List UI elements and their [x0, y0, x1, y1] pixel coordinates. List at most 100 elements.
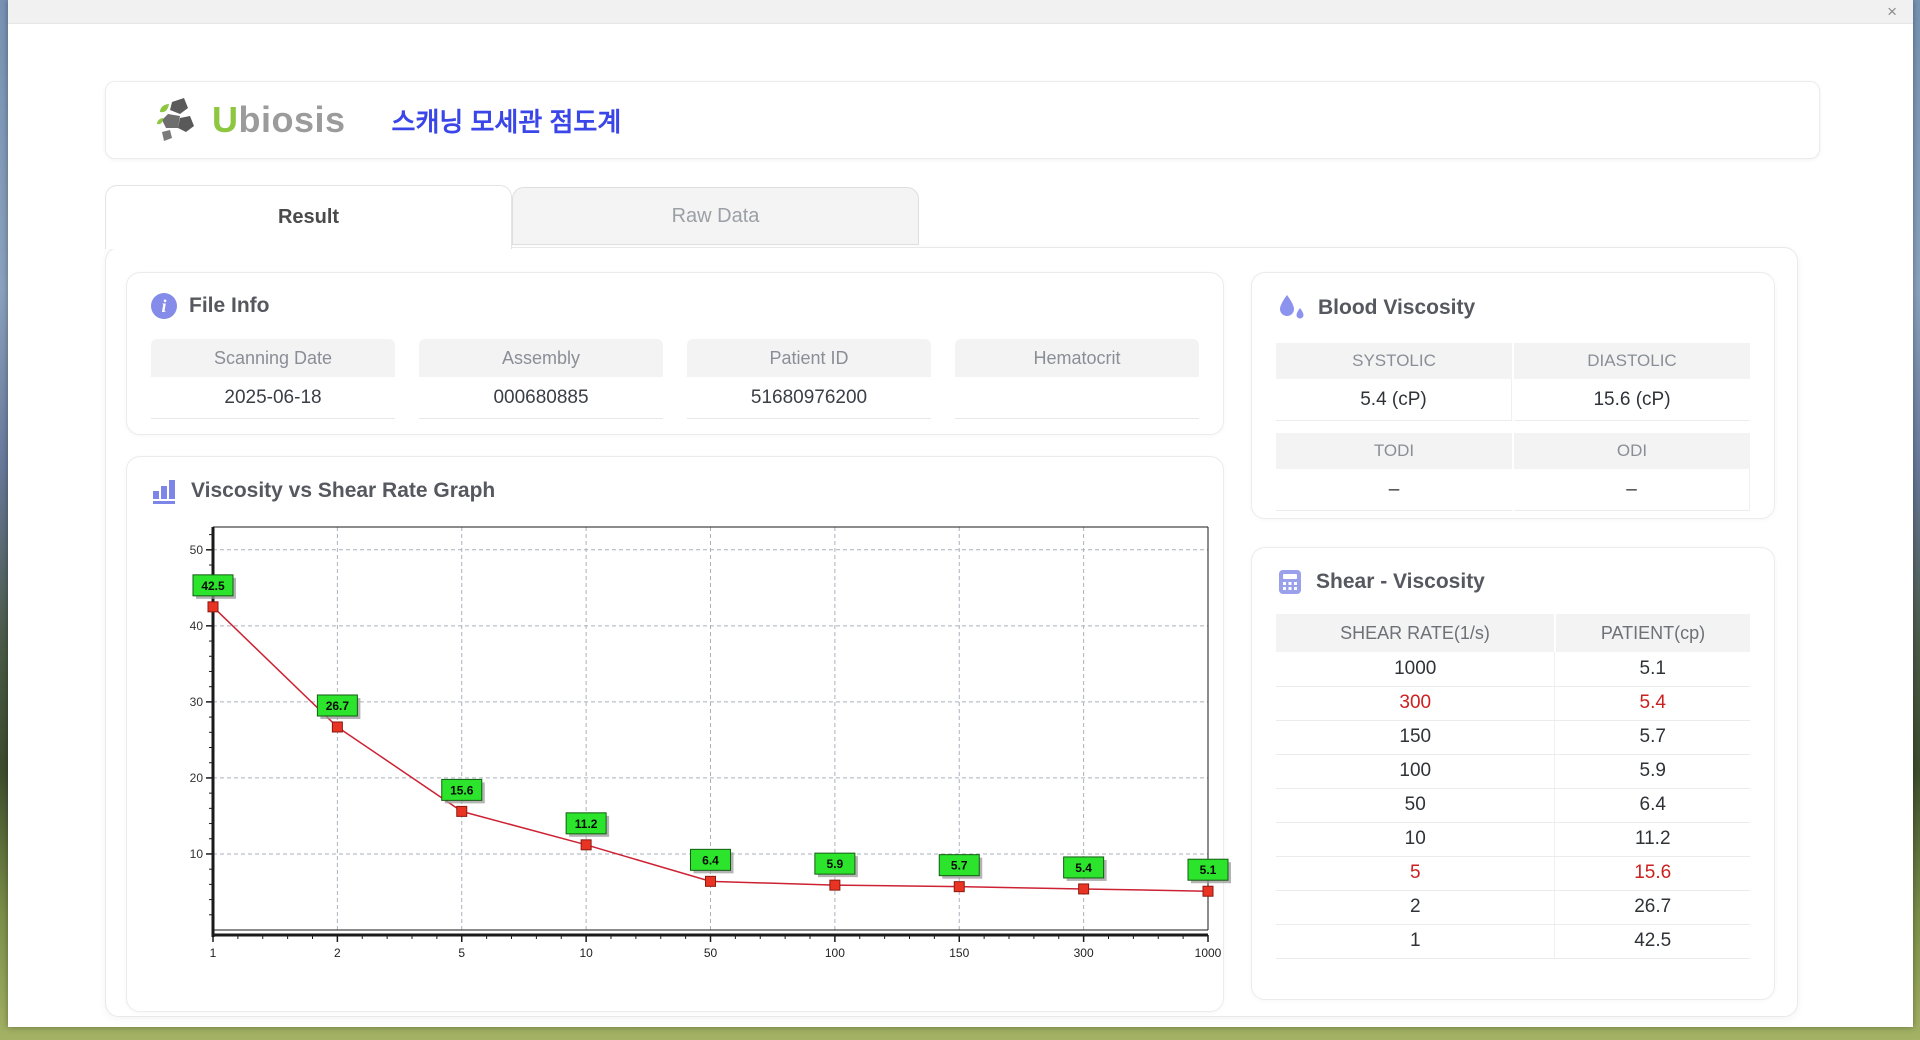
logo-text: Ubiosis: [212, 99, 346, 140]
svg-text:30: 30: [190, 695, 204, 709]
odi-value: –: [1514, 469, 1750, 511]
viscosity-chart: 10 20 30 40 50 1 2 5 10 50 100 150 300 1000 42.5 26.7 15…: [190, 526, 1231, 960]
svg-text:40: 40: [190, 619, 204, 633]
table-cell: 2: [1276, 890, 1556, 925]
table-cell: 5: [1276, 856, 1556, 891]
file-info-fields: Scanning Date 2025-06-18 Assembly 000680…: [151, 339, 1199, 419]
svg-text:10: 10: [579, 946, 593, 960]
main-card: i File Info Scanning Date 2025-06-18 Ass…: [105, 247, 1798, 1017]
svg-text:100: 100: [825, 946, 845, 960]
table-cell: 1000: [1276, 652, 1556, 687]
table-cell: 15.6: [1554, 856, 1750, 891]
svg-text:5.7: 5.7: [951, 859, 968, 873]
diastolic-label: DIASTOLIC: [1514, 343, 1750, 379]
graph-title: Viscosity vs Shear Rate Graph: [191, 479, 496, 502]
svg-text:11.2: 11.2: [575, 817, 598, 831]
tab-raw-data[interactable]: Raw Data: [512, 187, 919, 245]
svg-text:42.5: 42.5: [201, 579, 225, 593]
table-cell: 5.7: [1554, 720, 1750, 755]
table-row: 300 5.4: [1276, 686, 1750, 721]
field-value: 51680976200: [687, 377, 931, 419]
file-info-title: File Info: [189, 294, 270, 317]
table-cell: 150: [1276, 720, 1556, 755]
svg-text:300: 300: [1074, 946, 1094, 960]
calculator-icon: [1279, 570, 1301, 594]
close-icon[interactable]: ×: [1881, 2, 1903, 21]
systolic-label: SYSTOLIC: [1276, 343, 1512, 379]
header-card: Ubiosis 스캐닝 모세관 점도계: [105, 81, 1820, 159]
title-bar: ×: [8, 0, 1913, 24]
diastolic-value: 15.6 (cP): [1514, 379, 1750, 421]
svg-text:50: 50: [704, 946, 718, 960]
table-row: 5 15.6: [1276, 856, 1750, 891]
page-title: 스캐닝 모세관 점도계: [391, 106, 622, 137]
table-row: 2 26.7: [1276, 890, 1750, 925]
window-content: Ubiosis 스캐닝 모세관 점도계 Result Raw Data i Fi…: [8, 25, 1913, 1027]
field-label: Assembly: [419, 339, 663, 377]
info-icon: i: [151, 293, 177, 319]
todi-label: TODI: [1276, 433, 1512, 469]
svg-text:5: 5: [458, 946, 465, 960]
table-row: 150 5.7: [1276, 720, 1750, 755]
todi-value: –: [1276, 469, 1512, 511]
table-cell: 1: [1276, 924, 1556, 959]
table-cell: 42.5: [1554, 924, 1750, 959]
table-row: 100 5.9: [1276, 754, 1750, 789]
field-value: 2025-06-18: [151, 377, 395, 419]
svg-text:15.6: 15.6: [450, 783, 474, 797]
table-cell: 300: [1276, 686, 1556, 721]
table-cell: 100: [1276, 754, 1556, 789]
column-header-shear-rate: SHEAR RATE(1/s): [1276, 614, 1556, 652]
svg-text:50: 50: [190, 543, 204, 557]
blood-viscosity-grid: SYSTOLIC DIASTOLIC 5.4 (cP) 15.6 (cP) TO…: [1276, 343, 1750, 511]
svg-text:1000: 1000: [1195, 946, 1222, 960]
field-label: Scanning Date: [151, 339, 395, 377]
field-value: 000680885: [419, 377, 663, 419]
shear-viscosity-table: SHEAR RATE(1/s) PATIENT(cp) 1000 5.1 300 5.…: [1276, 614, 1750, 959]
svg-text:6.4: 6.4: [702, 853, 719, 867]
field-hematocrit: Hematocrit: [955, 339, 1199, 419]
table-cell: 26.7: [1554, 890, 1750, 925]
app-window: × Ubiosis 스캐닝 모세관 점도계 Result Raw Data i …: [8, 0, 1913, 1027]
table-row: 1 42.5: [1276, 924, 1750, 959]
column-header-patient: PATIENT(cp): [1554, 614, 1750, 652]
logo-leaf-icon: [157, 98, 194, 141]
chart-area: 10 20 30 40 50 1 2 5 10 50 100 150 300 1000 42.5 26.7 15…: [163, 519, 1231, 986]
shear-viscosity-panel: Shear - Viscosity SHEAR RATE(1/s) PATIEN…: [1251, 547, 1775, 1000]
svg-text:1: 1: [210, 946, 217, 960]
table-cell: 50: [1276, 788, 1556, 823]
svg-text:20: 20: [190, 771, 204, 785]
svg-text:150: 150: [949, 946, 969, 960]
bar-chart-icon: [153, 480, 175, 504]
table-cell: 11.2: [1554, 822, 1750, 857]
table-row: 50 6.4: [1276, 788, 1750, 823]
file-info-panel: i File Info Scanning Date 2025-06-18 Ass…: [126, 272, 1224, 435]
svg-text:5.1: 5.1: [1200, 863, 1217, 877]
field-label: Patient ID: [687, 339, 931, 377]
ubiosis-logo: Ubiosis: [154, 94, 346, 146]
blood-viscosity-panel: Blood Viscosity SYSTOLIC DIASTOLIC 5.4 (…: [1251, 272, 1775, 519]
field-label: Hematocrit: [955, 339, 1199, 377]
odi-label: ODI: [1514, 433, 1750, 469]
svg-text:10: 10: [190, 847, 204, 861]
svg-text:5.9: 5.9: [827, 857, 844, 871]
field-assembly: Assembly 000680885: [419, 339, 663, 419]
shear-table-body: 1000 5.1 300 5.4 150 5.7 100 5.9 50 6.4 10 11.2 5 15.…: [1276, 652, 1750, 959]
table-cell: 10: [1276, 822, 1556, 857]
table-cell: 5.1: [1554, 652, 1750, 687]
table-row: 1000 5.1: [1276, 652, 1750, 687]
svg-text:26.7: 26.7: [326, 699, 350, 713]
systolic-value: 5.4 (cP): [1276, 379, 1512, 421]
table-cell: 5.4: [1554, 686, 1750, 721]
table-row: 10 11.2: [1276, 822, 1750, 857]
tab-result[interactable]: Result: [105, 185, 512, 249]
table-cell: 6.4: [1554, 788, 1750, 823]
table-cell: 5.9: [1554, 754, 1750, 789]
field-value: [955, 377, 1199, 419]
svg-text:5.4: 5.4: [1075, 861, 1092, 875]
viscosity-graph-panel: Viscosity vs Shear Rate Graph 10 20 30 40 50…: [126, 456, 1231, 1012]
blood-drop-icon: [1280, 295, 1304, 319]
blood-viscosity-title: Blood Viscosity: [1318, 296, 1476, 319]
field-scanning-date: Scanning Date 2025-06-18: [151, 339, 395, 419]
svg-text:2: 2: [334, 946, 341, 960]
